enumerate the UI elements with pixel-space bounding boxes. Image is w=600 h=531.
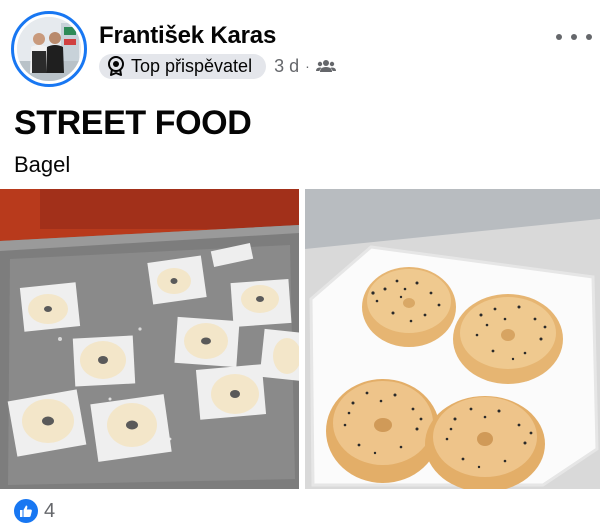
photo-dough-tray[interactable] <box>0 189 299 489</box>
more-dot-icon <box>571 34 577 40</box>
post-meta: Top přispěvatel 3 d · <box>99 53 336 79</box>
badge-label: Top přispěvatel <box>131 55 253 76</box>
more-dot-icon <box>586 34 592 40</box>
more-options-button[interactable] <box>556 30 592 44</box>
avatar-photo <box>17 17 81 81</box>
more-dot-icon <box>556 34 562 40</box>
author-name[interactable]: František Karas <box>99 22 276 50</box>
post-header: František Karas Top přispěvatel 3 d · <box>0 0 600 88</box>
group-icon <box>315 58 336 74</box>
photo-baked-bagels[interactable] <box>305 189 600 489</box>
like-icon <box>14 499 38 523</box>
top-contributor-badge[interactable]: Top přispěvatel <box>99 53 267 79</box>
post-subtitle: Bagel <box>14 152 71 177</box>
author-avatar[interactable] <box>11 11 87 87</box>
award-icon <box>107 56 125 76</box>
post-title: STREET FOOD <box>14 104 252 142</box>
separator-dot: · <box>305 58 310 74</box>
reaction-count: 4 <box>44 499 56 522</box>
post-timestamp[interactable]: 3 d <box>274 56 299 77</box>
reactions-summary[interactable]: 4 <box>14 498 55 524</box>
